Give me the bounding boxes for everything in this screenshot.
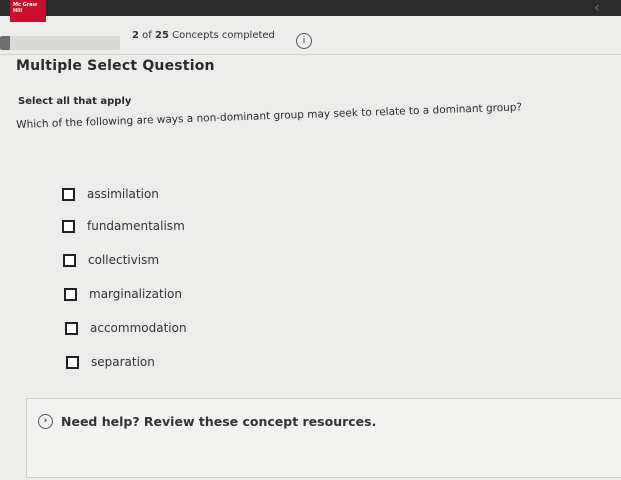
option-separation[interactable]: separation [66,352,155,372]
option-label: collectivism [88,253,160,267]
option-label: accommodation [90,321,187,335]
info-icon[interactable]: i [296,33,312,49]
top-bar [0,0,621,16]
checkbox[interactable] [62,187,75,201]
checkbox[interactable] [64,287,77,301]
progress-suffix: Concepts completed [172,30,275,41]
checkbox[interactable] [63,253,76,267]
progress-of: of [142,30,152,41]
progress-current: 2 [132,30,139,41]
option-assimilation[interactable]: assimilation [62,184,159,204]
checkbox[interactable] [66,355,79,369]
brand-logo: Mc Graw Hill [10,0,46,22]
option-accommodation[interactable]: accommodation [65,318,187,338]
progress-text: 2 of 25 Concepts completed [132,30,275,41]
option-label: separation [91,355,155,369]
progress-fill [0,36,10,50]
help-text: Need help? Review these concept resource… [61,414,377,429]
progress-bar [0,36,120,50]
progress-total: 25 [154,30,169,41]
checkbox[interactable] [62,219,75,233]
option-marginalization[interactable]: marginalization [64,284,182,304]
option-label: marginalization [89,287,182,301]
option-label: assimilation [87,187,159,201]
option-collectivism[interactable]: collectivism [63,250,159,270]
option-label: fundamentalism [87,219,185,233]
checkbox[interactable] [65,321,78,335]
collapse-icon[interactable]: ‹ [594,0,600,16]
question-heading: Multiple Select Question [16,58,215,74]
option-fundamentalism[interactable]: fundamentalism [62,216,185,236]
help-toggle[interactable]: › Need help? Review these concept resour… [38,414,376,429]
divider [0,54,621,55]
chevron-right-icon: › [38,414,53,429]
question-instruction: Select all that apply [18,96,132,107]
help-panel [26,398,621,478]
progress-row: 2 of 25 Concepts completed i [0,26,621,54]
